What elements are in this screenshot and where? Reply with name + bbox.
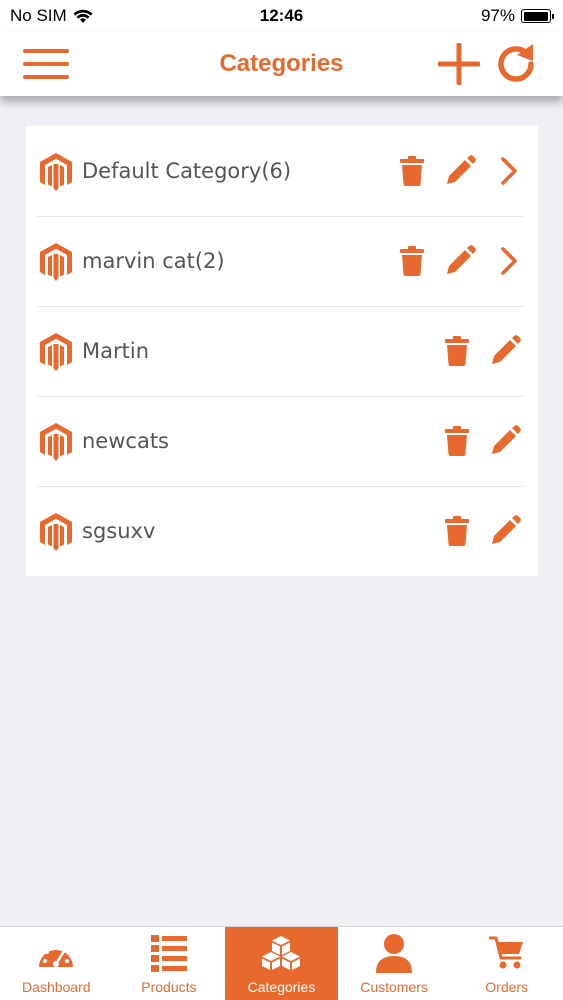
delete-category-button[interactable]: [441, 514, 473, 548]
open-subcategories-button[interactable]: [493, 244, 525, 278]
category-logo: [38, 242, 74, 282]
tab-label: Customers: [360, 979, 428, 995]
refresh-icon: [498, 44, 534, 82]
edit-category-button[interactable]: [489, 334, 521, 368]
tab-bar: Dashboard Products Categories Customers …: [0, 926, 563, 1000]
boxes-icon: [262, 936, 301, 970]
status-left: No SIM: [10, 6, 93, 26]
chevron-right-icon: [501, 247, 517, 275]
tab-icon-wrap: [261, 933, 301, 973]
category-label: newcats: [82, 429, 169, 453]
tab-orders[interactable]: Orders: [450, 927, 563, 1000]
tab-dashboard[interactable]: Dashboard: [0, 927, 113, 1000]
magento-logo-icon: [40, 153, 72, 191]
category-list: Default Category(6) marvin cat(2) Martin…: [26, 126, 538, 576]
category-label: Default Category(6): [82, 159, 292, 183]
pencil-icon: [447, 155, 476, 184]
edit-category-button[interactable]: [444, 244, 476, 278]
delete-category-button[interactable]: [441, 334, 473, 368]
wifi-icon: [73, 9, 93, 23]
trash-icon: [400, 246, 424, 276]
category-row[interactable]: marvin cat(2): [26, 216, 538, 306]
pencil-icon: [447, 245, 476, 274]
pencil-icon: [492, 425, 521, 454]
battery-fill: [523, 11, 548, 21]
category-logo: [38, 512, 74, 552]
speedometer-icon: [39, 945, 74, 967]
tab-label: Categories: [247, 979, 316, 995]
nav-bar: Categories: [0, 32, 563, 96]
chevron-right-icon: [501, 157, 517, 185]
delete-category-button[interactable]: [396, 244, 428, 278]
pencil-icon: [492, 335, 521, 364]
tab-label: Orders: [485, 979, 529, 995]
category-row[interactable]: Martin: [26, 306, 538, 396]
pencil-icon: [492, 515, 521, 544]
category-row[interactable]: Default Category(6): [26, 126, 538, 216]
category-row[interactable]: newcats: [26, 396, 538, 486]
category-logo: [38, 152, 74, 192]
trash-icon: [445, 336, 469, 366]
magento-logo-icon: [40, 513, 72, 551]
tab-icon-wrap: [149, 933, 189, 973]
category-logo: [38, 332, 74, 372]
battery-percent: 97%: [480, 6, 515, 25]
delete-category-button[interactable]: [441, 424, 473, 458]
trash-icon: [445, 516, 469, 546]
category-logo: [38, 422, 74, 462]
edit-category-button[interactable]: [489, 424, 521, 458]
open-subcategories-button[interactable]: [493, 154, 525, 188]
add-category-button[interactable]: [435, 40, 483, 88]
category-row[interactable]: sgsuxv: [26, 486, 538, 576]
tab-icon-wrap: [36, 933, 76, 973]
tab-icon-wrap: [488, 933, 525, 973]
list-icon: [150, 935, 187, 972]
edit-category-button[interactable]: [489, 514, 521, 548]
status-bar: No SIM 12:46 97%: [0, 0, 563, 32]
category-label: Martin: [82, 339, 149, 363]
plus-icon: [438, 43, 480, 85]
magento-logo-icon: [40, 243, 72, 281]
delete-category-button[interactable]: [396, 154, 428, 188]
tab-label: Products: [141, 979, 197, 995]
edit-category-button[interactable]: [444, 154, 476, 188]
cart-icon: [488, 936, 523, 969]
status-right: 97%: [480, 6, 554, 26]
tab-categories[interactable]: Categories: [225, 927, 338, 1000]
magento-logo-icon: [40, 423, 72, 461]
category-label: marvin cat(2): [82, 249, 225, 273]
tab-label: Dashboard: [22, 979, 91, 995]
tab-customers[interactable]: Customers: [338, 927, 451, 1000]
hamburger-menu-icon: [23, 49, 69, 79]
category-label: sgsuxv: [82, 519, 156, 543]
battery-icon: [521, 9, 554, 23]
magento-logo-icon: [40, 333, 72, 371]
person-icon: [376, 934, 413, 973]
refresh-button[interactable]: [492, 40, 540, 88]
tab-icon-wrap: [374, 933, 414, 973]
tab-products[interactable]: Products: [113, 927, 226, 1000]
menu-button[interactable]: [22, 40, 70, 88]
carrier-label: No SIM: [10, 6, 67, 25]
page-title: Categories: [219, 50, 344, 77]
trash-icon: [445, 426, 469, 456]
trash-icon: [400, 156, 424, 186]
